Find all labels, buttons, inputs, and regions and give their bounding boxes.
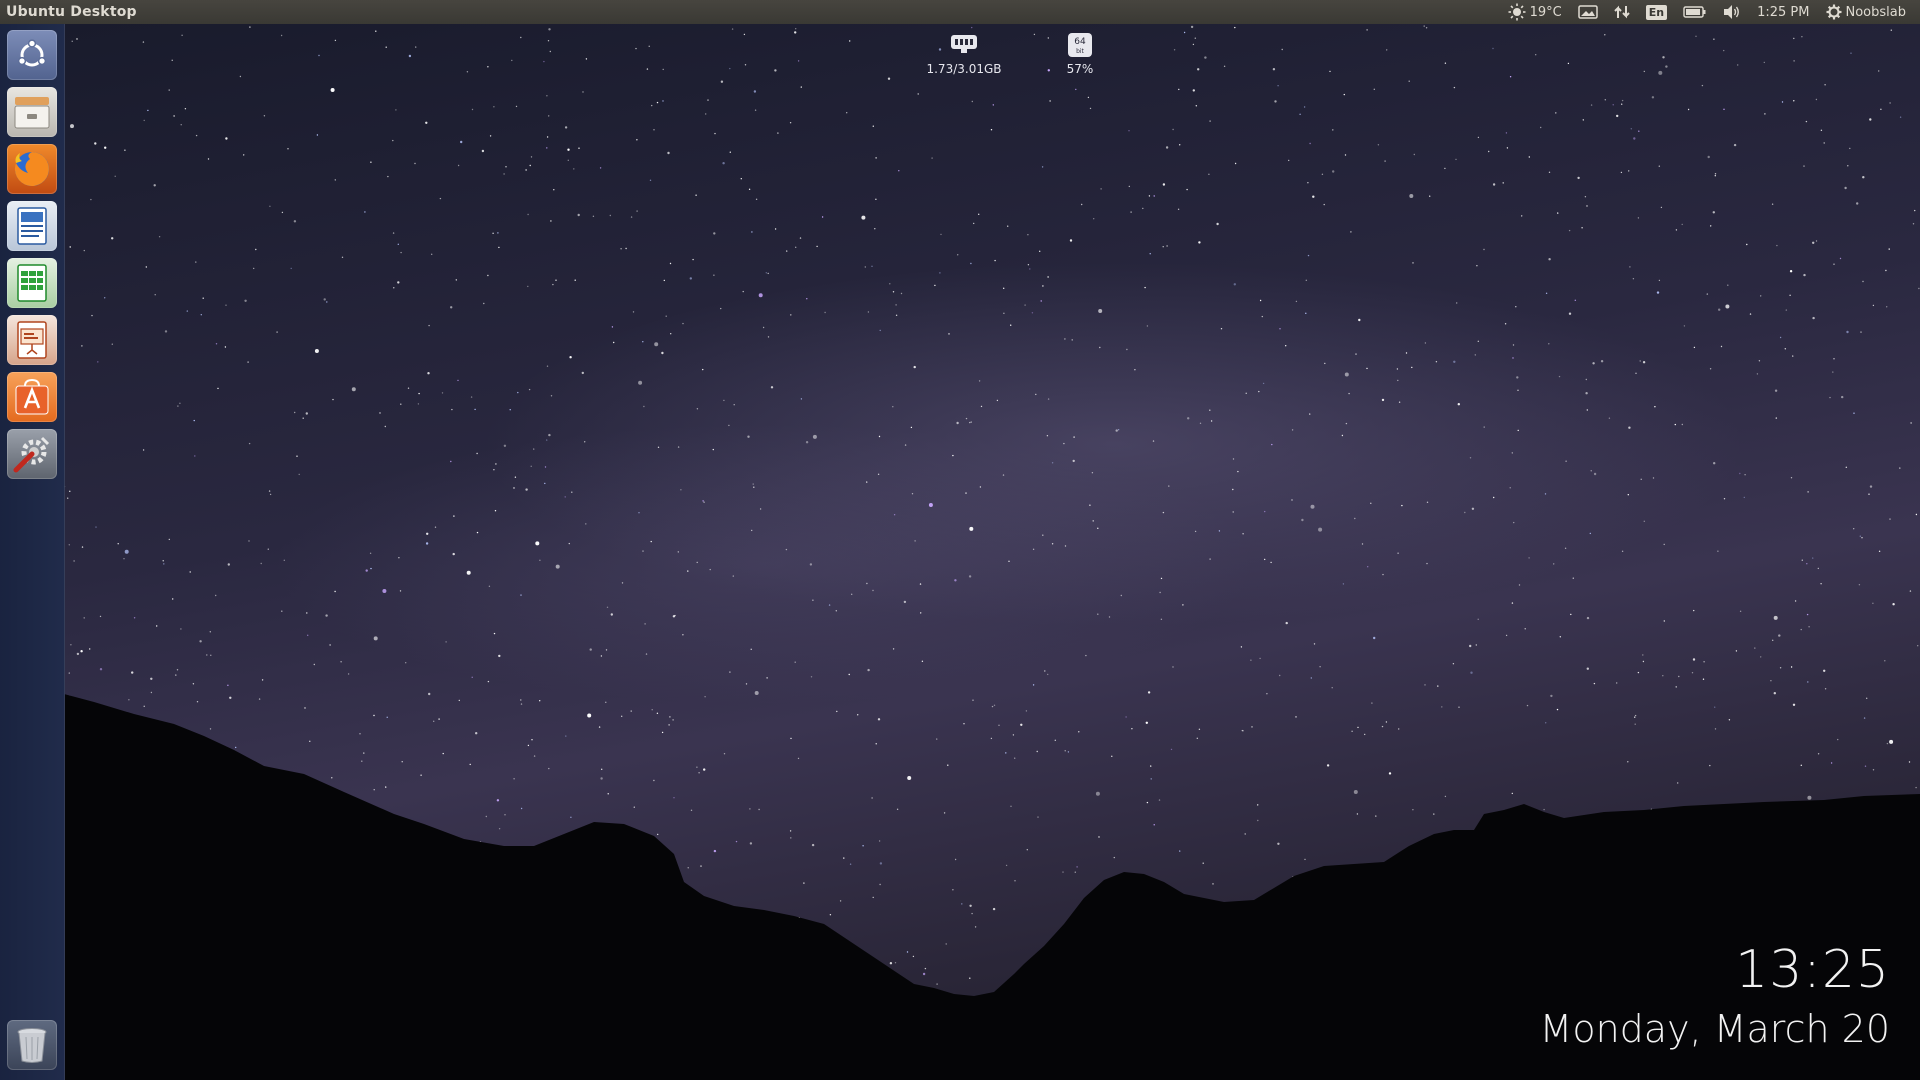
mountain-silhouette <box>64 694 1920 1080</box>
firefox-icon <box>14 152 49 186</box>
launcher-files[interactable] <box>7 87 57 137</box>
launcher-calc[interactable] <box>7 258 57 308</box>
battery-indicator[interactable] <box>1675 0 1715 24</box>
calc-icon <box>17 264 47 302</box>
keyboard-indicator[interactable]: En <box>1638 0 1675 24</box>
cpu-badge-bottom: bit <box>1076 48 1084 55</box>
settings-tools-icon <box>13 436 50 473</box>
weather-temp: 19°C <box>1529 4 1562 20</box>
desktop-wallpaper: 1.73/3.01GB 64 bit 57% 13:25 Monday, Mar… <box>64 24 1920 1080</box>
panel-time: 1:25 PM <box>1757 4 1810 20</box>
window-title: Ubuntu Desktop <box>6 4 137 20</box>
indicator-area: 19°C En 1:25 PM Noobslab <box>1500 0 1914 24</box>
launcher-ubuntu-software[interactable] <box>7 372 57 422</box>
clock-date: Monday, March 20 <box>1539 1007 1890 1051</box>
software-center-icon <box>15 378 49 415</box>
top-panel: Ubuntu Desktop 19°C En 1:25 PM Noobslab <box>0 0 1920 24</box>
network-arrows-icon <box>1614 5 1630 19</box>
network-indicator[interactable] <box>1606 0 1638 24</box>
launcher-firefox[interactable] <box>7 144 57 194</box>
display-indicator[interactable] <box>1570 0 1606 24</box>
desktop-clock: 13:25 Monday, March 20 <box>1540 942 1890 1052</box>
launcher-system-settings[interactable] <box>7 429 57 479</box>
launcher-dash-home[interactable] <box>7 30 57 80</box>
sun-icon <box>1508 3 1526 21</box>
memory-chip-icon <box>951 35 977 53</box>
volume-icon <box>1724 5 1740 19</box>
memory-widget: 1.73/3.01GB <box>884 32 1044 76</box>
cpu-usage: 57% <box>1066 62 1094 76</box>
launcher-trash[interactable] <box>7 1020 57 1070</box>
sound-indicator[interactable] <box>1715 0 1749 24</box>
weather-indicator[interactable]: 19°C <box>1500 0 1570 24</box>
writer-icon <box>17 207 47 245</box>
memory-usage: 1.73/3.01GB <box>926 62 1002 76</box>
session-indicator[interactable]: Noobslab <box>1818 0 1915 24</box>
launcher-writer[interactable] <box>7 201 57 251</box>
impress-icon <box>17 321 47 359</box>
cpu-widget: 64 bit 57% <box>1040 32 1120 76</box>
cpu-badge-top: 64 <box>1074 37 1086 47</box>
launcher <box>0 24 65 1080</box>
clock-time: 13:25 <box>1735 940 1890 1000</box>
display-icon <box>1578 5 1598 19</box>
ubuntu-logo-icon <box>17 39 47 67</box>
clock-indicator[interactable]: 1:25 PM <box>1749 0 1817 24</box>
battery-icon <box>1683 6 1706 18</box>
launcher-impress[interactable] <box>7 315 57 365</box>
session-user: Noobslab <box>1845 4 1907 20</box>
gear-icon <box>1826 4 1841 20</box>
cpu-64bit-icon: 64 bit <box>1068 33 1092 57</box>
trash-icon <box>17 1028 47 1063</box>
keyboard-layout-icon: En <box>1645 4 1668 20</box>
files-drawer-icon <box>14 97 50 129</box>
